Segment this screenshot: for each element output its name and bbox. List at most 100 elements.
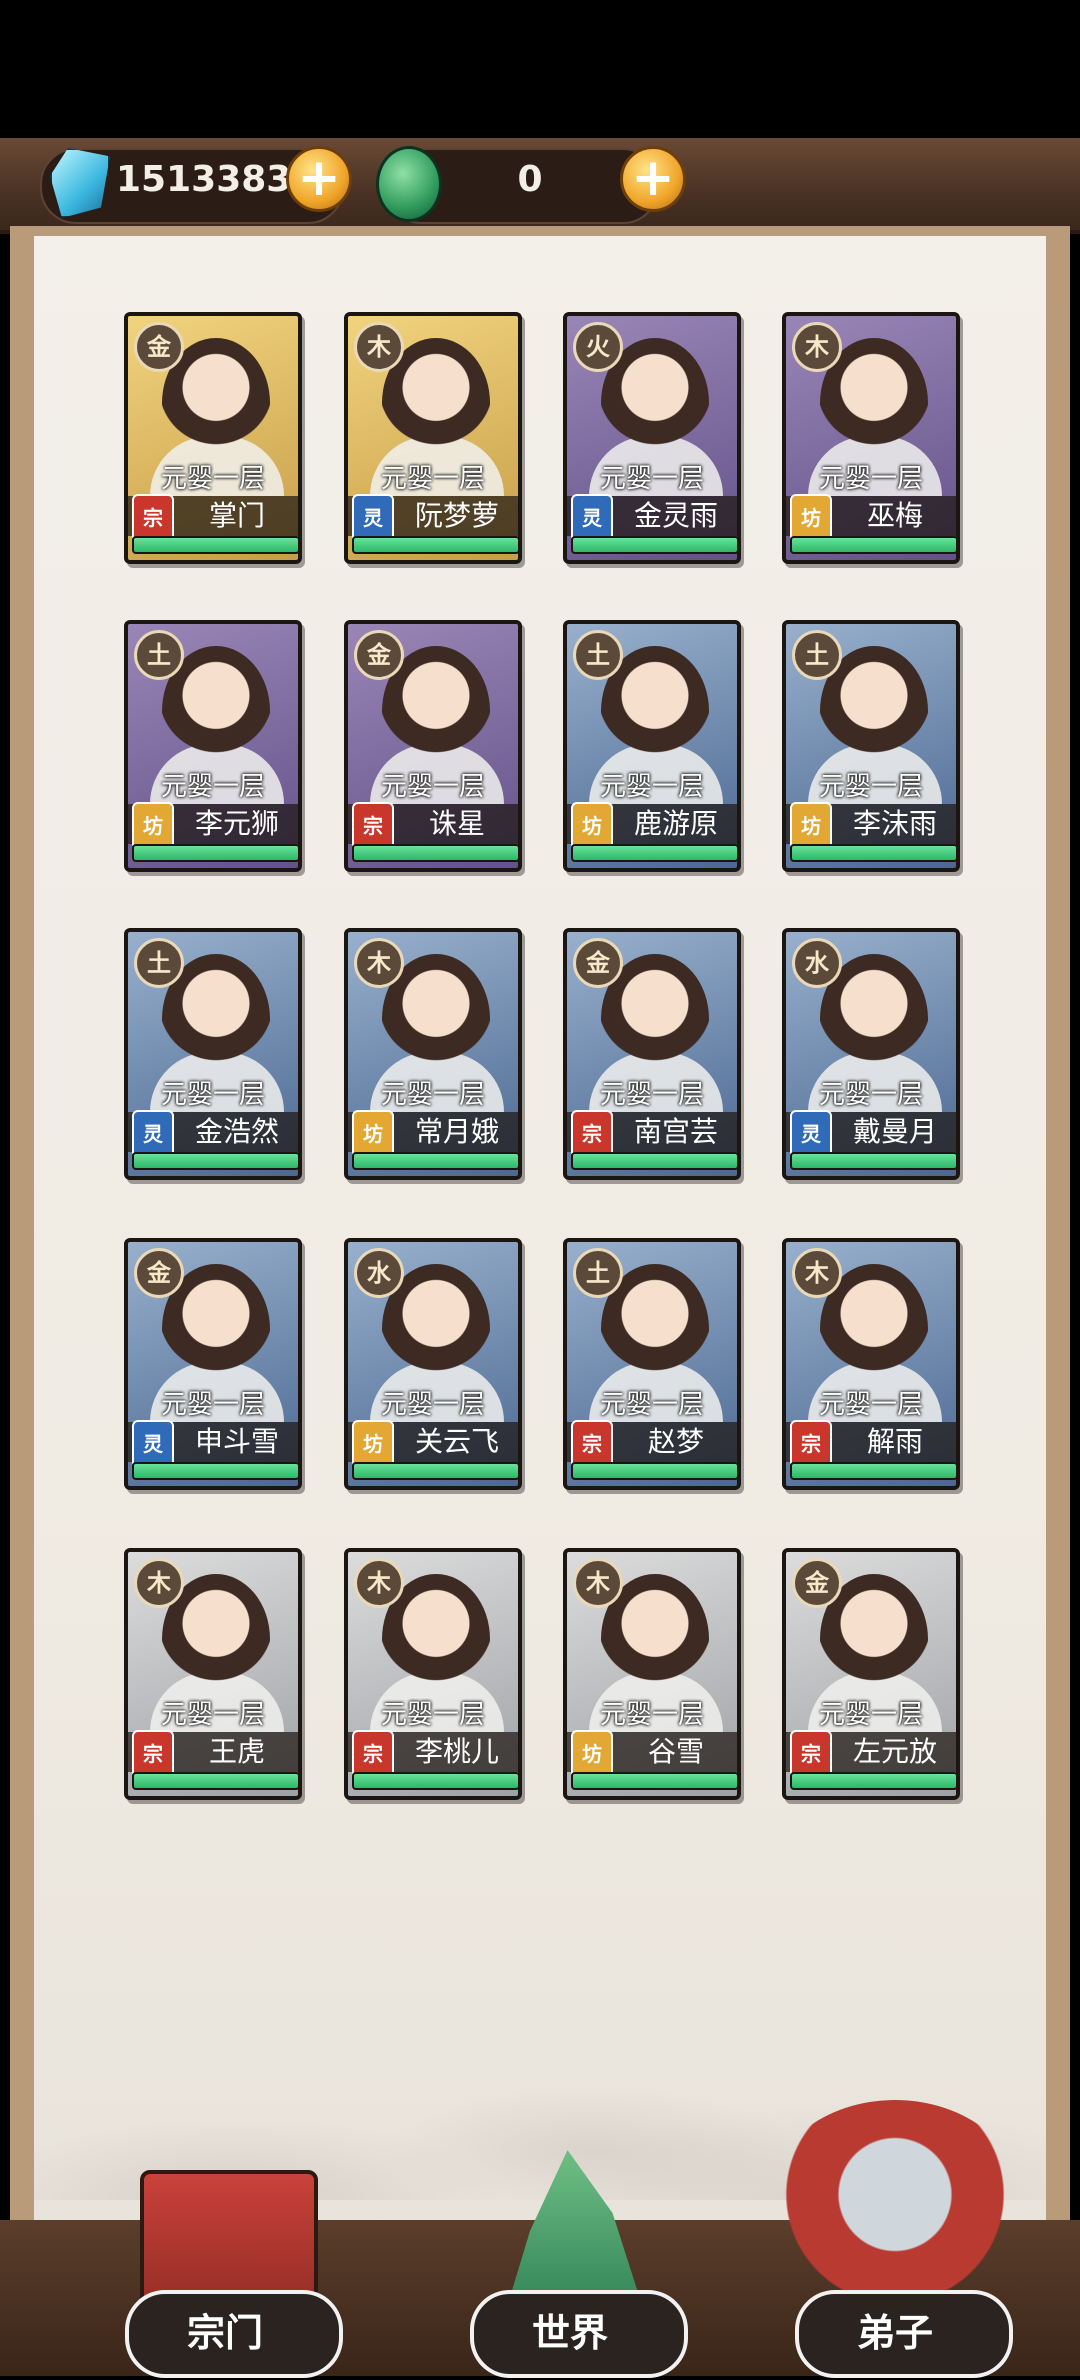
element-badge-icon: 水 xyxy=(792,938,842,988)
element-badge-icon: 土 xyxy=(573,630,623,680)
cultivation-realm: 元婴一层 xyxy=(160,464,265,494)
disciple-card[interactable]: 木元婴一层灵阮梦萝 xyxy=(344,312,522,564)
status-bar xyxy=(571,1772,737,1790)
element-badge-icon: 木 xyxy=(354,322,404,372)
cultivation-realm: 元婴一层 xyxy=(818,1080,923,1110)
cultivation-realm: 元婴一层 xyxy=(599,772,704,802)
cultivation-realm: 元婴一层 xyxy=(599,1080,704,1110)
cultivation-realm: 元婴一层 xyxy=(380,772,485,802)
role-badge-icon: 坊 xyxy=(790,494,832,542)
cultivation-realm: 元婴一层 xyxy=(160,1390,265,1420)
disciple-card[interactable]: 土元婴一层坊鹿游原 xyxy=(563,620,741,872)
disciple-name: 关云飞 xyxy=(414,1425,499,1458)
status-bar xyxy=(352,1152,518,1170)
disciple-name: 解雨 xyxy=(866,1425,923,1458)
role-badge-icon: 坊 xyxy=(571,1730,613,1778)
disciple-name: 巫梅 xyxy=(866,499,923,532)
element-badge-icon: 金 xyxy=(573,938,623,988)
element-badge-icon: 土 xyxy=(134,630,184,680)
add-jade-button[interactable]: + xyxy=(620,146,686,212)
disciple-card[interactable]: 水元婴一层坊关云飞 xyxy=(344,1238,522,1490)
disciple-card[interactable]: 金元婴一层宗南宫芸 xyxy=(563,928,741,1180)
disciple-card[interactable]: 木元婴一层坊 谷雪 xyxy=(563,1548,741,1800)
disciple-card[interactable]: 水元婴一层灵戴曼月 xyxy=(782,928,960,1180)
disciple-card[interactable]: 金元婴一层宗 诛星 xyxy=(344,620,522,872)
disciple-name: 金灵雨 xyxy=(633,499,718,532)
status-bar xyxy=(571,1462,737,1480)
disciple-card[interactable]: 木元婴一层宗李桃儿 xyxy=(344,1548,522,1800)
role-badge-icon: 灵 xyxy=(132,1420,174,1468)
add-spirit-stone-button[interactable]: + xyxy=(286,146,352,212)
disciple-name: 李桃儿 xyxy=(414,1735,499,1768)
element-badge-icon: 木 xyxy=(354,1558,404,1608)
disciple-card[interactable]: 金元婴一层灵申斗雪 xyxy=(124,1238,302,1490)
disciple-card[interactable]: 木元婴一层坊常月娥 xyxy=(344,928,522,1180)
role-badge-icon: 宗 xyxy=(352,1730,394,1778)
disciple-card[interactable]: 木元婴一层宗 解雨 xyxy=(782,1238,960,1490)
role-badge-icon: 宗 xyxy=(132,494,174,542)
cultivation-realm: 元婴一层 xyxy=(380,464,485,494)
cultivation-realm: 元婴一层 xyxy=(380,1080,485,1110)
nav-sect-button[interactable]: 宗门 xyxy=(115,2140,343,2380)
status-bar xyxy=(132,1772,298,1790)
disciple-card[interactable]: 火元婴一层灵金灵雨 xyxy=(563,312,741,564)
jade-value: 0 xyxy=(517,159,543,200)
element-badge-icon: 木 xyxy=(134,1558,184,1608)
cultivation-realm: 元婴一层 xyxy=(160,1700,265,1730)
disciple-card[interactable]: 木元婴一层宗 王虎 xyxy=(124,1548,302,1800)
status-bar xyxy=(132,844,298,862)
status-bar xyxy=(571,536,737,554)
role-badge-icon: 灵 xyxy=(352,494,394,542)
disciple-card[interactable]: 土元婴一层坊李元狮 xyxy=(124,620,302,872)
cultivation-realm: 元婴一层 xyxy=(818,464,923,494)
role-badge-icon: 灵 xyxy=(132,1110,174,1158)
role-badge-icon: 坊 xyxy=(352,1110,394,1158)
disciple-card[interactable]: 土元婴一层坊李沫雨 xyxy=(782,620,960,872)
status-bar xyxy=(790,1462,956,1480)
disciple-name: 掌门 xyxy=(208,499,265,532)
disciple-name: 李元狮 xyxy=(194,807,279,840)
disciple-name: 常月娥 xyxy=(414,1115,499,1148)
cultivation-realm: 元婴一层 xyxy=(599,464,704,494)
role-badge-icon: 宗 xyxy=(132,1730,174,1778)
role-badge-icon: 宗 xyxy=(352,802,394,850)
role-badge-icon: 宗 xyxy=(790,1420,832,1468)
disciple-card[interactable]: 土元婴一层灵金浩然 xyxy=(124,928,302,1180)
nav-world-button[interactable]: 世界 xyxy=(460,2140,688,2380)
role-badge-icon: 宗 xyxy=(790,1730,832,1778)
disciple-card[interactable]: 木元婴一层坊 巫梅 xyxy=(782,312,960,564)
disciple-name: 左元放 xyxy=(852,1735,937,1768)
element-badge-icon: 金 xyxy=(792,1558,842,1608)
disciple-name: 南宫芸 xyxy=(633,1115,718,1148)
nav-world-label: 世界 xyxy=(531,2310,608,2355)
element-badge-icon: 金 xyxy=(134,1248,184,1298)
status-bar xyxy=(790,1152,956,1170)
role-badge-icon: 宗 xyxy=(571,1420,613,1468)
role-badge-icon: 坊 xyxy=(790,802,832,850)
disciple-name: 申斗雪 xyxy=(194,1425,279,1458)
cultivation-realm: 元婴一层 xyxy=(160,772,265,802)
element-badge-icon: 木 xyxy=(573,1558,623,1608)
disciple-card[interactable]: 金元婴一层宗左元放 xyxy=(782,1548,960,1800)
cultivation-realm: 元婴一层 xyxy=(160,1080,265,1110)
element-badge-icon: 金 xyxy=(134,322,184,372)
disciple-name: 阮梦萝 xyxy=(414,499,499,532)
disciple-card[interactable]: 金元婴一层宗 掌门 xyxy=(124,312,302,564)
cultivation-realm: 元婴一层 xyxy=(818,1700,923,1730)
disciple-card[interactable]: 土元婴一层宗 赵梦 xyxy=(563,1238,741,1490)
role-badge-icon: 坊 xyxy=(132,802,174,850)
role-badge-icon: 灵 xyxy=(790,1110,832,1158)
nav-disciples-button[interactable]: 弟子 xyxy=(755,2100,1035,2378)
status-bar xyxy=(132,536,298,554)
role-badge-icon: 宗 xyxy=(571,1110,613,1158)
element-badge-icon: 木 xyxy=(792,1248,842,1298)
disciple-name: 诛星 xyxy=(428,807,485,840)
element-badge-icon: 木 xyxy=(792,322,842,372)
status-bar xyxy=(790,536,956,554)
status-bar xyxy=(352,1462,518,1480)
element-badge-icon: 水 xyxy=(354,1248,404,1298)
status-bar xyxy=(790,1772,956,1790)
jade-icon xyxy=(376,146,442,222)
status-bar xyxy=(132,1152,298,1170)
cultivation-realm: 元婴一层 xyxy=(818,772,923,802)
